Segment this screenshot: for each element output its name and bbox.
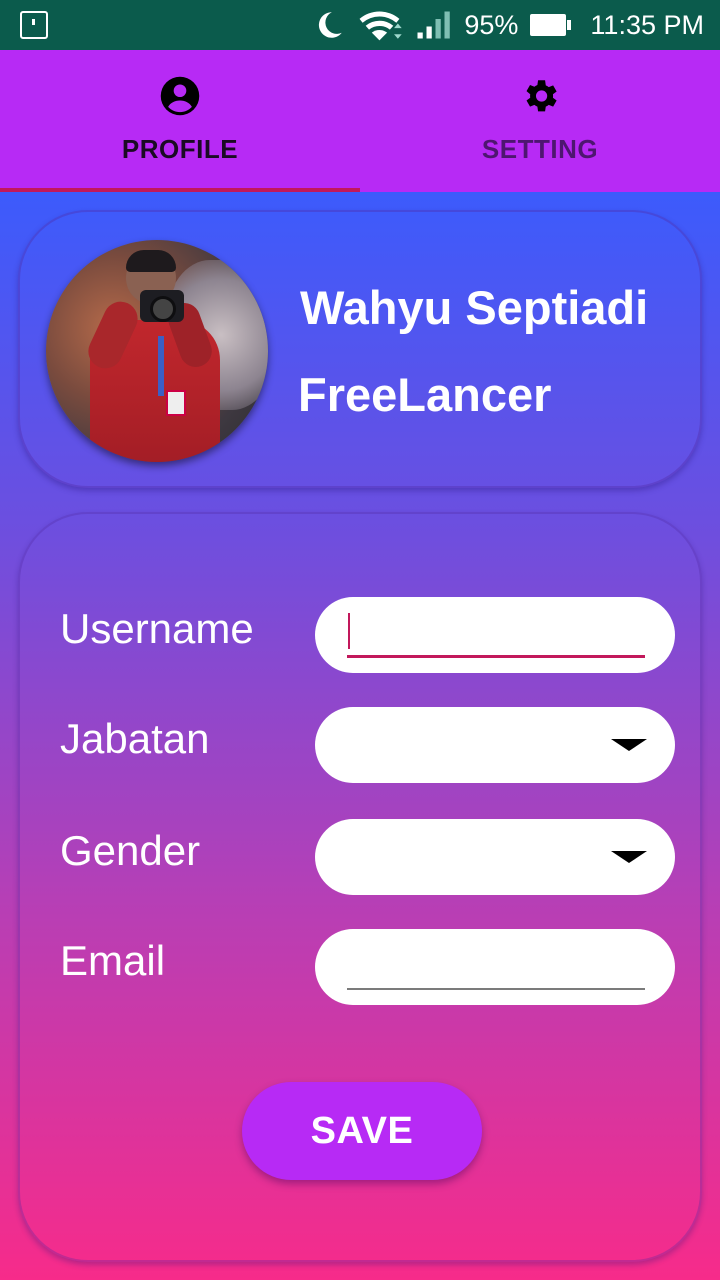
email-field[interactable] [315,929,675,1005]
status-bar-right: 95% 11:35 PM [312,0,704,50]
gear-icon [518,74,562,118]
email-label: Email [60,937,166,984]
username-underline [347,655,645,658]
wifi-icon [358,8,404,42]
dropdown-arrow-icon[interactable] [611,739,647,751]
username-label: Username [60,605,254,652]
jabatan-row: Jabatan [20,707,704,783]
notification-icon [20,11,48,39]
status-bar: 95% 11:35 PM [0,0,720,50]
tab-profile-label: PROFILE [121,134,239,164]
profile-form-card: Username Jabatan Gender Email SAVE [18,512,702,1262]
email-row: Email [20,929,704,1005]
username-field[interactable] [315,597,675,673]
account-circle-icon [158,74,202,118]
text-cursor [348,613,350,649]
dropdown-arrow-icon[interactable] [611,851,647,863]
tab-setting-label: SETTING [481,134,599,164]
jabatan-label: Jabatan [60,715,210,762]
jabatan-select[interactable] [315,707,675,783]
tab-bar: PROFILE SETTING [0,50,720,192]
tab-setting[interactable]: SETTING [360,50,720,192]
gender-label: Gender [60,827,201,874]
battery-icon [530,14,572,36]
save-button[interactable]: SAVE [242,1082,482,1180]
username-row: Username [20,597,704,673]
profile-role: FreeLancer [298,368,552,421]
tab-profile[interactable]: PROFILE [0,50,360,192]
gender-row: Gender [20,819,704,895]
gender-select[interactable] [315,819,675,895]
avatar [46,240,268,462]
main-content: Wahyu Septiadi FreeLancer Username Jabat… [0,192,720,1280]
battery-percent: 95% [464,9,519,40]
email-input[interactable] [347,943,645,985]
email-underline [347,988,645,990]
username-input[interactable] [347,611,645,653]
signal-icon [416,10,452,40]
profile-name: Wahyu Septiadi [300,281,649,334]
clock: 11:35 PM [590,9,704,40]
moon-icon [312,8,346,42]
profile-card: Wahyu Septiadi FreeLancer [18,210,702,488]
